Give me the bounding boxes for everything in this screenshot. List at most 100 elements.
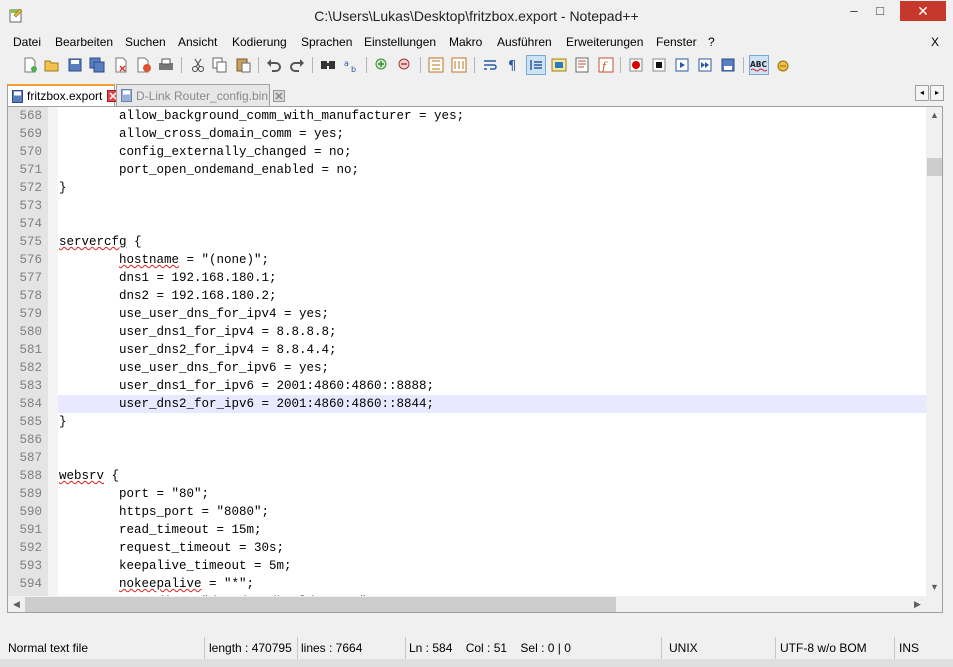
undo-icon[interactable] [264,55,284,75]
vertical-scrollbar[interactable]: ▲ ▼ [926,107,942,596]
menu-kodierung[interactable]: Kodierung [232,35,287,49]
line-text[interactable]: https_port = "8080"; [59,503,269,521]
file-saved-icon [12,89,23,103]
scroll-up-icon[interactable]: ▲ [926,107,942,124]
line-text[interactable]: nokeepalive = "*"; [59,575,254,593]
line-text[interactable]: allow_background_comm_with_manufacturer … [59,107,464,125]
scroll-left-icon[interactable]: ◀ [8,596,25,612]
line-number: 570 [8,143,48,161]
editor-line: 579 use_user_dns_for_ipv4 = yes; [8,305,926,323]
close-document-button[interactable]: X [931,35,939,49]
editor-line: 572} [8,179,926,197]
copy-icon[interactable] [210,55,230,75]
menu-help[interactable]: ? [708,35,715,49]
maximize-button[interactable]: □ [868,1,892,21]
open-file-icon[interactable] [42,55,62,75]
record-macro-icon[interactable] [626,55,646,75]
tab-scroll-left-icon[interactable]: ◂ [915,85,929,101]
menu-ausfuehren[interactable]: Ausführen [497,35,552,49]
menu-einstellungen[interactable]: Einstellungen [364,35,436,49]
line-text[interactable]: } [59,179,67,197]
menu-makro[interactable]: Makro [449,35,482,49]
line-text[interactable]: } [59,413,67,431]
line-text[interactable]: port = "80"; [59,485,209,503]
menu-datei[interactable]: Datei [13,35,41,49]
line-text[interactable]: user_dns2_for_ipv4 = 8.8.4.4; [59,341,337,359]
status-encoding[interactable]: UTF-8 w/o BOM [777,637,895,659]
line-text[interactable]: use_user_dns_for_ipv6 = yes; [59,359,329,377]
editor-line: 585} [8,413,926,431]
minimize-button[interactable]: – [842,1,866,21]
line-text[interactable]: hostname = "(none)"; [59,251,269,269]
vertical-scroll-thumb[interactable] [927,158,942,176]
horizontal-scroll-thumb[interactable] [25,597,616,612]
scroll-right-icon[interactable]: ▶ [909,596,926,612]
stop-macro-icon[interactable] [649,55,669,75]
indent-guide-icon[interactable] [526,55,546,75]
tab-dlink-router-config[interactable]: D-Link Router_config.bin [116,84,286,106]
find-icon[interactable] [318,55,338,75]
text-editor[interactable]: 568 allow_background_comm_with_manufactu… [7,106,943,613]
print-icon[interactable] [156,55,176,75]
status-eol[interactable]: UNIX [666,637,776,659]
tab-fritzbox-export[interactable]: fritzbox.export [7,84,120,106]
menu-fenster[interactable]: Fenster [656,35,697,49]
close-window-button[interactable]: ✕ [900,1,946,21]
line-text[interactable]: port_open_ondemand_enabled = no; [59,161,359,179]
sync-horizontal-icon[interactable] [449,55,469,75]
line-number: 593 [8,557,48,575]
show-all-characters-icon[interactable]: ¶ [503,55,523,75]
tab-close-icon[interactable] [273,89,286,102]
zoom-in-icon[interactable] [372,55,392,75]
play-macro-icon[interactable] [672,55,692,75]
line-text[interactable]: config_externally_changed = no; [59,143,352,161]
line-text[interactable]: dns2 = 192.168.180.2; [59,287,277,305]
line-text[interactable]: keepalive_timeout = 5m; [59,557,292,575]
replace-icon[interactable]: ab [341,55,361,75]
save-icon[interactable] [65,55,85,75]
new-file-icon[interactable] [20,55,40,75]
menu-ansicht[interactable]: Ansicht [178,35,217,49]
line-number: 588 [8,467,48,485]
run-macro-multiple-icon[interactable] [695,55,715,75]
line-text[interactable]: request_timeout = 30s; [59,539,284,557]
scroll-down-icon[interactable]: ▼ [926,579,942,596]
line-text[interactable]: user_dns1_for_ipv4 = 8.8.8.8; [59,323,337,341]
sync-vertical-icon[interactable] [426,55,446,75]
cut-icon[interactable] [188,55,208,75]
save-macro-icon[interactable] [718,55,738,75]
horizontal-scrollbar[interactable]: ◀ ▶ [8,596,926,612]
save-all-icon[interactable] [87,55,107,75]
line-text[interactable]: allow_cross_domain_comm = yes; [59,125,344,143]
doc-map-icon[interactable] [572,55,592,75]
menu-bearbeiten[interactable]: Bearbeiten [55,35,113,49]
close-icon[interactable] [111,55,131,75]
editor-line: 592 request_timeout = 30s; [8,539,926,557]
line-text[interactable]: servercfg { [59,233,142,251]
line-text[interactable]: dns1 = 192.168.180.1; [59,269,277,287]
function-list-icon[interactable]: f [596,55,616,75]
zoom-out-icon[interactable] [395,55,415,75]
close-all-icon[interactable] [134,55,154,75]
editor-line: 576 hostname = "(none)"; [8,251,926,269]
menu-erweiterungen[interactable]: Erweiterungen [566,35,643,49]
tab-scroll-right-icon[interactable]: ▸ [930,85,944,101]
word-wrap-icon[interactable] [480,55,500,75]
paste-icon[interactable] [233,55,253,75]
editor-line: 586 [8,431,926,449]
line-text[interactable]: websrv { [59,467,119,485]
line-number: 586 [8,431,48,449]
menu-suchen[interactable]: Suchen [125,35,166,49]
svg-text:¶: ¶ [508,59,516,73]
plugin-icon[interactable] [773,55,793,75]
line-number: 568 [8,107,48,125]
spell-check-icon[interactable]: ABC [749,55,769,75]
menu-sprachen[interactable]: Sprachen [301,35,352,49]
line-text[interactable]: read_timeout = 15m; [59,521,262,539]
user-defined-language-icon[interactable] [549,55,569,75]
line-text[interactable]: use_user_dns_for_ipv4 = yes; [59,305,329,323]
line-text[interactable]: user_dns2_for_ipv6 = 2001:4860:4860::884… [59,395,434,413]
redo-icon[interactable] [287,55,307,75]
line-text[interactable]: user_dns1_for_ipv6 = 2001:4860:4860::888… [59,377,434,395]
editor-line: 570 config_externally_changed = no; [8,143,926,161]
